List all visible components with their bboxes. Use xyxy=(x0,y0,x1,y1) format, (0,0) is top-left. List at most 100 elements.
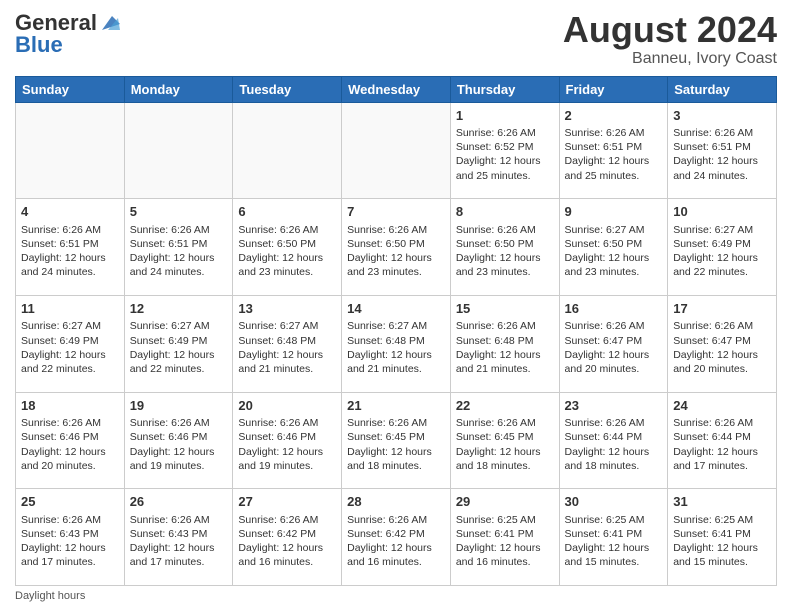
logo: General Blue xyxy=(15,10,121,58)
day-info: Sunrise: 6:26 AMSunset: 6:43 PMDaylight:… xyxy=(130,513,228,570)
col-sunday: Sunday xyxy=(16,76,125,102)
title-section: August 2024 Banneu, Ivory Coast xyxy=(563,10,777,68)
day-info: Sunrise: 6:26 AMSunset: 6:51 PMDaylight:… xyxy=(565,126,663,183)
calendar-cell: 21Sunrise: 6:26 AMSunset: 6:45 PMDayligh… xyxy=(342,392,451,489)
day-number: 19 xyxy=(130,397,228,415)
day-info: Sunrise: 6:25 AMSunset: 6:41 PMDaylight:… xyxy=(673,513,771,570)
day-number: 28 xyxy=(347,493,445,511)
day-info: Sunrise: 6:27 AMSunset: 6:48 PMDaylight:… xyxy=(347,319,445,376)
logo-icon xyxy=(98,14,120,32)
calendar-cell: 22Sunrise: 6:26 AMSunset: 6:45 PMDayligh… xyxy=(450,392,559,489)
calendar-cell: 26 Sunrise: 6:26 AMSunset: 6:43 PMDayligh… xyxy=(124,489,233,586)
calendar-cell: 8 Sunrise: 6:26 AMSunset: 6:50 PMDaylight… xyxy=(450,199,559,296)
calendar-cell: 23Sunrise: 6:26 AMSunset: 6:44 PMDayligh… xyxy=(559,392,668,489)
day-number: 3 xyxy=(673,107,771,125)
day-number: 12 xyxy=(130,300,228,318)
calendar-cell: 30Sunrise: 6:25 AMSunset: 6:41 PMDayligh… xyxy=(559,489,668,586)
calendar-cell: 20Sunrise: 6:26 AMSunset: 6:46 PMDayligh… xyxy=(233,392,342,489)
day-number: 21 xyxy=(347,397,445,415)
calendar-cell: 12Sunrise: 6:27 AMSunset: 6:49 PMDayligh… xyxy=(124,295,233,392)
calendar-cell xyxy=(342,102,451,199)
day-info: Sunrise: 6:27 AMSunset: 6:48 PMDaylight:… xyxy=(238,319,336,376)
calendar-cell: 25Sunrise: 6:26 AMSunset: 6:43 PMDayligh… xyxy=(16,489,125,586)
calendar-cell: 16Sunrise: 6:26 AMSunset: 6:47 PMDayligh… xyxy=(559,295,668,392)
day-info: Sunrise: 6:26 AMSunset: 6:42 PMDaylight:… xyxy=(347,513,445,570)
day-number: 26 xyxy=(130,493,228,511)
calendar-cell: 9 Sunrise: 6:27 AMSunset: 6:50 PMDaylight… xyxy=(559,199,668,296)
day-number: 11 xyxy=(21,300,119,318)
col-saturday: Saturday xyxy=(668,76,777,102)
day-info: Sunrise: 6:27 AMSunset: 6:49 PMDaylight:… xyxy=(673,223,771,280)
day-info: Sunrise: 6:26 AMSunset: 6:52 PMDaylight:… xyxy=(456,126,554,183)
calendar-cell: 6 Sunrise: 6:26 AMSunset: 6:50 PMDaylight… xyxy=(233,199,342,296)
day-number: 15 xyxy=(456,300,554,318)
day-info: Sunrise: 6:26 AMSunset: 6:46 PMDaylight:… xyxy=(238,416,336,473)
day-number: 22 xyxy=(456,397,554,415)
calendar-cell: 29 Sunrise: 6:25 AMSunset: 6:41 PMDayligh… xyxy=(450,489,559,586)
day-info: Sunrise: 6:26 AMSunset: 6:44 PMDaylight:… xyxy=(565,416,663,473)
calendar-cell: 31Sunrise: 6:25 AMSunset: 6:41 PMDayligh… xyxy=(668,489,777,586)
day-info: Sunrise: 6:26 AMSunset: 6:51 PMDaylight:… xyxy=(673,126,771,183)
calendar-cell: 13Sunrise: 6:27 AMSunset: 6:48 PMDayligh… xyxy=(233,295,342,392)
day-number: 10 xyxy=(673,203,771,221)
day-number: 14 xyxy=(347,300,445,318)
calendar-header-row: Sunday Monday Tuesday Wednesday Thursday… xyxy=(16,76,777,102)
day-info: Sunrise: 6:26 AMSunset: 6:46 PMDaylight:… xyxy=(130,416,228,473)
footer-note: Daylight hours xyxy=(15,590,777,602)
day-info: Sunrise: 6:26 AMSunset: 6:45 PMDaylight:… xyxy=(456,416,554,473)
day-info: Sunrise: 6:27 AMSunset: 6:49 PMDaylight:… xyxy=(21,319,119,376)
day-info: Sunrise: 6:26 AMSunset: 6:47 PMDaylight:… xyxy=(565,319,663,376)
day-info: Sunrise: 6:27 AMSunset: 6:50 PMDaylight:… xyxy=(565,223,663,280)
day-number: 23 xyxy=(565,397,663,415)
location: Banneu, Ivory Coast xyxy=(563,50,777,68)
calendar-cell: 1Sunrise: 6:26 AMSunset: 6:52 PMDaylight… xyxy=(450,102,559,199)
day-number: 8 xyxy=(456,203,554,221)
day-info: Sunrise: 6:26 AMSunset: 6:50 PMDaylight:… xyxy=(238,223,336,280)
col-thursday: Thursday xyxy=(450,76,559,102)
day-info: Sunrise: 6:26 AMSunset: 6:44 PMDaylight:… xyxy=(673,416,771,473)
page: General Blue August 2024 Banneu, Ivory C… xyxy=(0,0,792,612)
calendar-cell: 17Sunrise: 6:26 AMSunset: 6:47 PMDayligh… xyxy=(668,295,777,392)
day-number: 6 xyxy=(238,203,336,221)
day-info: Sunrise: 6:26 AMSunset: 6:45 PMDaylight:… xyxy=(347,416,445,473)
calendar-cell: 11Sunrise: 6:27 AMSunset: 6:49 PMDayligh… xyxy=(16,295,125,392)
logo-blue: Blue xyxy=(15,32,63,58)
calendar-cell: 2Sunrise: 6:26 AMSunset: 6:51 PMDaylight… xyxy=(559,102,668,199)
calendar-cell: 28 Sunrise: 6:26 AMSunset: 6:42 PMDayligh… xyxy=(342,489,451,586)
day-number: 27 xyxy=(238,493,336,511)
day-info: Sunrise: 6:25 AMSunset: 6:41 PMDaylight:… xyxy=(456,513,554,570)
calendar-cell: 19Sunrise: 6:26 AMSunset: 6:46 PMDayligh… xyxy=(124,392,233,489)
day-number: 17 xyxy=(673,300,771,318)
calendar-cell: 10 Sunrise: 6:27 AMSunset: 6:49 PMDayligh… xyxy=(668,199,777,296)
col-tuesday: Tuesday xyxy=(233,76,342,102)
day-number: 24 xyxy=(673,397,771,415)
day-info: Sunrise: 6:25 AMSunset: 6:41 PMDaylight:… xyxy=(565,513,663,570)
calendar-cell: 18Sunrise: 6:26 AMSunset: 6:46 PMDayligh… xyxy=(16,392,125,489)
day-info: Sunrise: 6:27 AMSunset: 6:49 PMDaylight:… xyxy=(130,319,228,376)
calendar-cell: 14Sunrise: 6:27 AMSunset: 6:48 PMDayligh… xyxy=(342,295,451,392)
header: General Blue August 2024 Banneu, Ivory C… xyxy=(15,10,777,68)
day-number: 18 xyxy=(21,397,119,415)
day-number: 29 xyxy=(456,493,554,511)
day-number: 7 xyxy=(347,203,445,221)
day-number: 16 xyxy=(565,300,663,318)
day-number: 5 xyxy=(130,203,228,221)
day-info: Sunrise: 6:26 AMSunset: 6:50 PMDaylight:… xyxy=(456,223,554,280)
day-info: Sunrise: 6:26 AMSunset: 6:47 PMDaylight:… xyxy=(673,319,771,376)
calendar-week-5: 25Sunrise: 6:26 AMSunset: 6:43 PMDayligh… xyxy=(16,489,777,586)
calendar-cell: 15Sunrise: 6:26 AMSunset: 6:48 PMDayligh… xyxy=(450,295,559,392)
calendar-week-4: 18Sunrise: 6:26 AMSunset: 6:46 PMDayligh… xyxy=(16,392,777,489)
calendar-cell: 24Sunrise: 6:26 AMSunset: 6:44 PMDayligh… xyxy=(668,392,777,489)
col-friday: Friday xyxy=(559,76,668,102)
calendar-cell xyxy=(233,102,342,199)
calendar-cell: 4Sunrise: 6:26 AMSunset: 6:51 PMDaylight… xyxy=(16,199,125,296)
day-number: 13 xyxy=(238,300,336,318)
calendar-cell: 7 Sunrise: 6:26 AMSunset: 6:50 PMDaylight… xyxy=(342,199,451,296)
day-number: 9 xyxy=(565,203,663,221)
day-info: Sunrise: 6:26 AMSunset: 6:43 PMDaylight:… xyxy=(21,513,119,570)
day-number: 20 xyxy=(238,397,336,415)
day-info: Sunrise: 6:26 AMSunset: 6:46 PMDaylight:… xyxy=(21,416,119,473)
day-number: 4 xyxy=(21,203,119,221)
calendar-cell xyxy=(124,102,233,199)
day-info: Sunrise: 6:26 AMSunset: 6:50 PMDaylight:… xyxy=(347,223,445,280)
